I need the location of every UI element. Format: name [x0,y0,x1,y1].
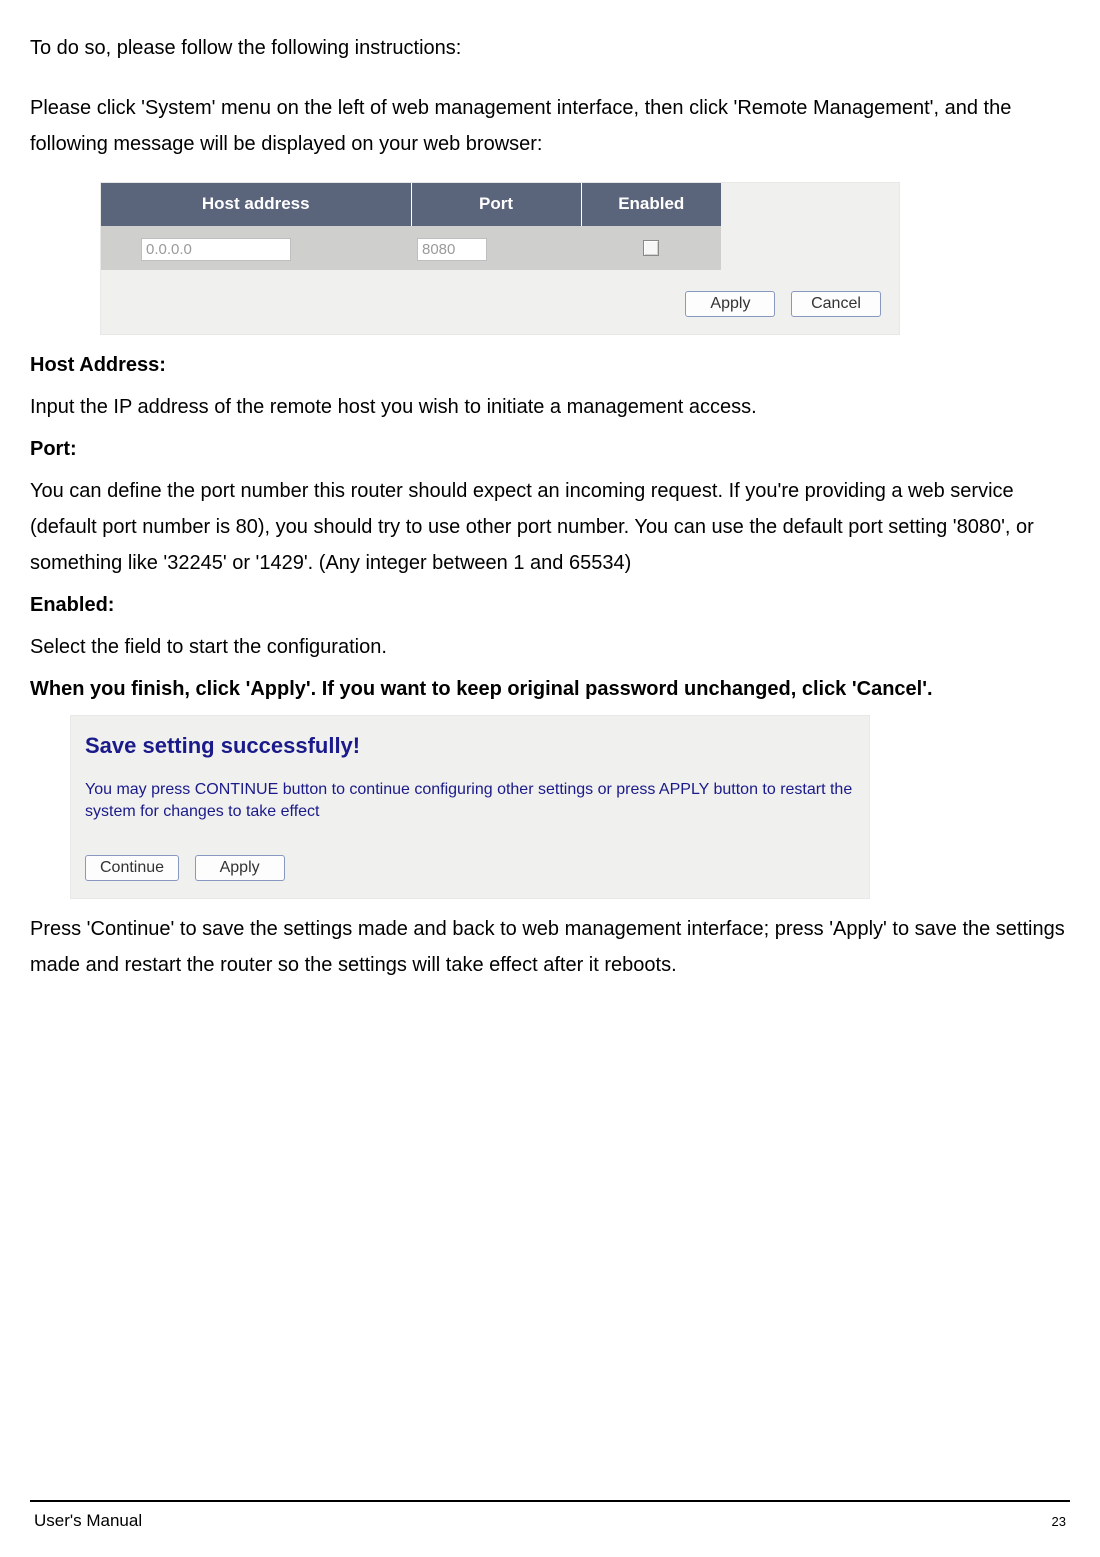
port-text: You can define the port number this rout… [30,473,1070,581]
remote-management-panel: Host address Port Enabled Apply Cancel [100,182,900,335]
continue-button[interactable]: Continue [85,855,179,881]
enabled-label: Enabled: [30,587,1070,623]
th-port: Port [411,183,581,226]
page-footer: User's Manual 23 [30,1500,1070,1557]
remote-table: Host address Port Enabled [101,183,721,270]
host-address-input[interactable] [141,238,291,261]
host-address-text: Input the IP address of the remote host … [30,389,1070,425]
save-success-desc: You may press CONTINUE button to continu… [85,779,855,822]
intro-line-2: Please click 'System' menu on the left o… [30,90,1070,162]
footer-title: User's Manual [34,1506,142,1537]
save-success-title: Save setting successfully! [85,726,855,766]
apply-button[interactable]: Apply [685,291,775,317]
save-success-panel: Save setting successfully! You may press… [70,715,870,900]
port-label: Port: [30,431,1070,467]
intro-line-1: To do so, please follow the following in… [30,30,1070,66]
cancel-button[interactable]: Cancel [791,291,881,317]
footer-page-number: 23 [1052,1506,1066,1537]
port-input[interactable] [417,238,487,261]
th-enabled: Enabled [581,183,721,226]
enabled-text: Select the field to start the configurat… [30,629,1070,665]
th-host-address: Host address [101,183,411,226]
after-save-text: Press 'Continue' to save the settings ma… [30,911,1070,983]
host-address-label: Host Address: [30,347,1070,383]
enabled-checkbox[interactable] [643,240,659,256]
save-button-row: Continue Apply [85,848,855,884]
apply-button-save[interactable]: Apply [195,855,285,881]
finish-text: When you finish, click 'Apply'. If you w… [30,671,1070,707]
panel-button-row: Apply Cancel [101,270,899,334]
